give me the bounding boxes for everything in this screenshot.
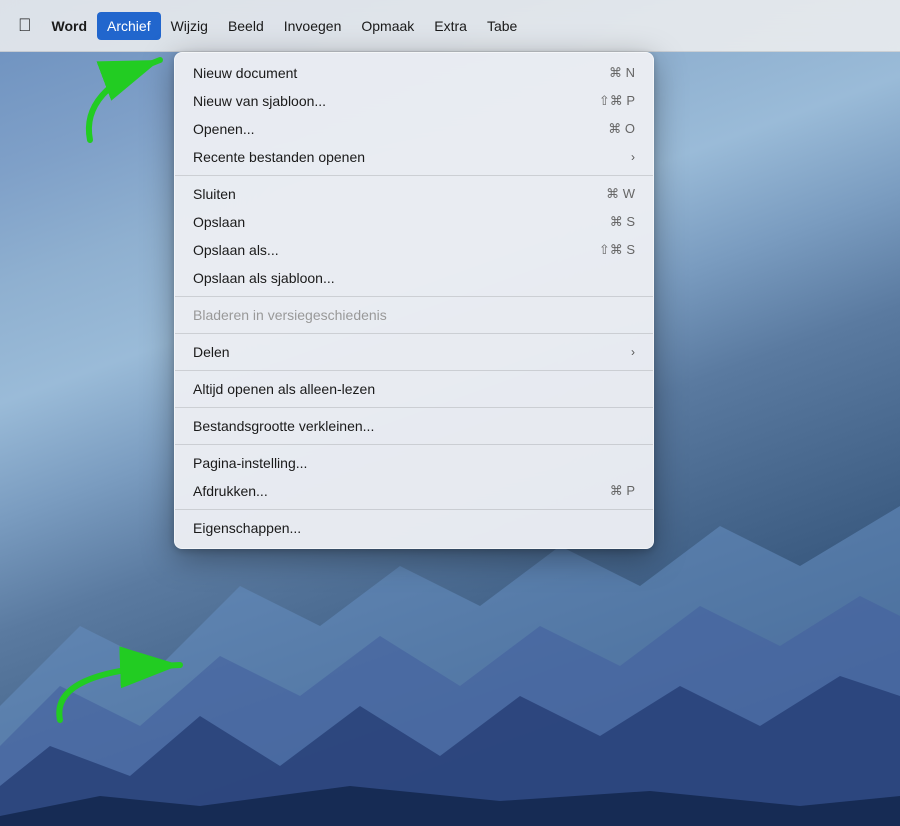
apple-menu[interactable]: 	[8, 12, 42, 40]
separator-2	[175, 296, 653, 297]
menubar-archief[interactable]: Archief	[97, 12, 161, 40]
separator-1	[175, 175, 653, 176]
menubar-word[interactable]: Word	[42, 12, 98, 40]
menu-item-opslaan-sjabloon[interactable]: Opslaan als sjabloon...	[175, 264, 653, 292]
menu-item-alleen-lezen[interactable]: Altijd openen als alleen-lezen	[175, 375, 653, 403]
menubar-opmaak[interactable]: Opmaak	[351, 12, 424, 40]
menubar-wijzig[interactable]: Wijzig	[161, 12, 218, 40]
menu-label-delen: Delen	[193, 344, 230, 360]
menu-label-alleen-lezen: Altijd openen als alleen-lezen	[193, 381, 375, 397]
chevron-right-delen-icon: ›	[631, 345, 635, 359]
menu-item-nieuw-sjabloon[interactable]: Nieuw van sjabloon... ⇧⌘ P	[175, 87, 653, 115]
menu-item-afdrukken[interactable]: Afdrukken... ⌘ P	[175, 477, 653, 505]
menubar-beeld[interactable]: Beeld	[218, 12, 274, 40]
separator-4	[175, 370, 653, 371]
menu-label-nieuw-sjabloon: Nieuw van sjabloon...	[193, 93, 326, 109]
separator-5	[175, 407, 653, 408]
menu-item-eigenschappen[interactable]: Eigenschappen...	[175, 514, 653, 542]
shortcut-sluiten: ⌘ W	[606, 186, 635, 202]
separator-3	[175, 333, 653, 334]
shortcut-afdrukken: ⌘ P	[610, 483, 635, 499]
menu-label-nieuw-document: Nieuw document	[193, 65, 297, 81]
menu-label-bladeren: Bladeren in versiegeschiedenis	[193, 307, 387, 323]
arrow-bottom	[30, 610, 210, 730]
menu-item-bestandsgrootte[interactable]: Bestandsgrootte verkleinen...	[175, 412, 653, 440]
menubar-tabe[interactable]: Tabe	[477, 12, 527, 40]
separator-6	[175, 444, 653, 445]
menu-label-recente-bestanden: Recente bestanden openen	[193, 149, 365, 165]
menu-label-afdrukken: Afdrukken...	[193, 483, 268, 499]
menu-item-pagina-instelling[interactable]: Pagina-instelling...	[175, 449, 653, 477]
archief-dropdown-menu: Nieuw document ⌘ N Nieuw van sjabloon...…	[174, 52, 654, 549]
shortcut-nieuw-sjabloon: ⇧⌘ P	[599, 93, 635, 109]
separator-7	[175, 509, 653, 510]
shortcut-opslaan: ⌘ S	[610, 214, 635, 230]
menu-label-opslaan-als: Opslaan als...	[193, 242, 279, 258]
menu-label-bestandsgrootte: Bestandsgrootte verkleinen...	[193, 418, 374, 434]
menu-item-nieuw-document[interactable]: Nieuw document ⌘ N	[175, 59, 653, 87]
menu-label-opslaan: Opslaan	[193, 214, 245, 230]
shortcut-nieuw-document: ⌘ N	[609, 65, 635, 81]
menubar-invoegen[interactable]: Invoegen	[274, 12, 352, 40]
shortcut-openen: ⌘ O	[608, 121, 635, 137]
menu-label-openen: Openen...	[193, 121, 255, 137]
menu-item-recente-bestanden[interactable]: Recente bestanden openen ›	[175, 143, 653, 171]
menu-label-pagina-instelling: Pagina-instelling...	[193, 455, 307, 471]
menu-label-sluiten: Sluiten	[193, 186, 236, 202]
chevron-right-icon: ›	[631, 150, 635, 164]
arrow-top	[60, 50, 190, 150]
menubar:  Word Archief Wijzig Beeld Invoegen Opm…	[0, 0, 900, 52]
menu-item-bladeren: Bladeren in versiegeschiedenis	[175, 301, 653, 329]
menu-item-opslaan-als[interactable]: Opslaan als... ⇧⌘ S	[175, 236, 653, 264]
menu-label-eigenschappen: Eigenschappen...	[193, 520, 301, 536]
shortcut-opslaan-als: ⇧⌘ S	[599, 242, 635, 258]
menu-item-openen[interactable]: Openen... ⌘ O	[175, 115, 653, 143]
menubar-extra[interactable]: Extra	[424, 12, 477, 40]
menu-label-opslaan-sjabloon: Opslaan als sjabloon...	[193, 270, 335, 286]
menu-item-delen[interactable]: Delen ›	[175, 338, 653, 366]
menu-item-opslaan[interactable]: Opslaan ⌘ S	[175, 208, 653, 236]
menu-item-sluiten[interactable]: Sluiten ⌘ W	[175, 180, 653, 208]
